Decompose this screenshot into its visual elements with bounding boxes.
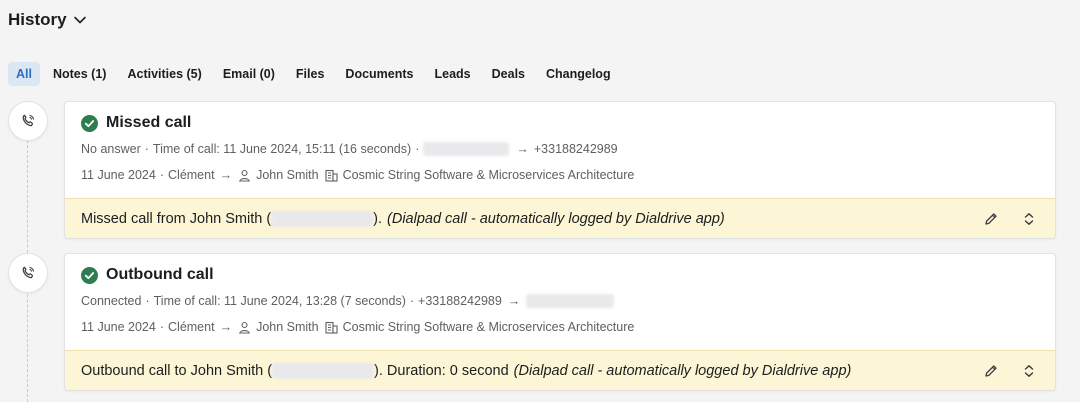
page-title: History [8, 10, 67, 29]
call-time: Time of call: 11 June 2024, 15:11 (16 se… [152, 142, 412, 156]
call-participants: 11 June 2024 · Clément → John Smith Cosm… [81, 168, 635, 182]
history-tabs: All Notes (1) Activities (5) Email (0) F… [8, 62, 624, 86]
expand-icon[interactable] [1021, 211, 1037, 227]
check-circle-icon [81, 266, 98, 284]
person-icon [239, 169, 250, 182]
call-note: Missed call from John Smith ( ). (Dialpa… [65, 198, 1055, 238]
call-time: Time of call: 11 June 2024, 13:28 (7 sec… [153, 294, 406, 308]
building-icon [325, 321, 338, 334]
card-title: Outbound call [106, 266, 214, 283]
timeline-call-marker [8, 253, 48, 293]
company-link[interactable]: Cosmic String Software & Microservices A… [343, 168, 635, 182]
building-icon [325, 169, 338, 182]
arrow-right-icon: → [219, 320, 233, 334]
tab-all[interactable]: All [8, 62, 40, 86]
call-details: Connected · Time of call: 11 June 2024, … [81, 293, 1039, 309]
contact-link[interactable]: John Smith [256, 168, 319, 182]
tab-notes[interactable]: Notes (1) [45, 62, 114, 86]
phone-call-icon [22, 266, 35, 279]
expand-icon[interactable] [1021, 363, 1037, 379]
chevron-down-icon [73, 16, 86, 24]
card-title: Missed call [106, 114, 192, 131]
redacted-phone-number [271, 210, 374, 227]
check-circle-icon [81, 114, 98, 132]
arrow-right-icon: → [507, 294, 521, 308]
person-icon [239, 321, 250, 334]
call-details: No answer · Time of call: 11 June 2024, … [81, 142, 618, 156]
note-text: Outbound call to John Smith ( ). Duratio… [81, 362, 852, 379]
history-header[interactable]: History [8, 10, 87, 30]
activity-card-missed-call: Missed call No answer · Time of call: 11… [64, 101, 1056, 239]
tab-changelog[interactable]: Changelog [538, 62, 619, 86]
source-number[interactable]: +33188242989 [418, 294, 502, 308]
pencil-icon[interactable] [983, 363, 999, 379]
tab-leads[interactable]: Leads [427, 62, 479, 86]
activity-card-outbound-call: Outbound call Connected · Time of call: … [64, 253, 1056, 391]
destination-number[interactable]: +33188242989 [534, 142, 618, 156]
tab-files[interactable]: Files [288, 62, 333, 86]
call-status: No answer [81, 142, 141, 156]
tab-email[interactable]: Email (0) [215, 62, 283, 86]
owner-name[interactable]: Clément [168, 168, 215, 182]
tab-deals[interactable]: Deals [484, 62, 533, 86]
call-date: 11 June 2024 [81, 320, 156, 334]
contact-link[interactable]: John Smith [256, 320, 319, 334]
company-link[interactable]: Cosmic String Software & Microservices A… [343, 320, 635, 334]
tab-documents[interactable]: Documents [337, 62, 421, 86]
note-text: Missed call from John Smith ( ). (Dialpa… [81, 210, 725, 227]
call-note: Outbound call to John Smith ( ). Duratio… [65, 350, 1055, 390]
call-date: 11 June 2024 [81, 168, 156, 182]
redacted-phone-number [526, 294, 615, 308]
redacted-phone-number [423, 142, 510, 156]
pencil-icon[interactable] [983, 211, 999, 227]
call-participants: 11 June 2024 · Clément → John Smith Cosm… [81, 320, 635, 334]
phone-call-icon [22, 114, 35, 127]
arrow-right-icon: → [516, 142, 529, 156]
call-status: Connected [81, 294, 142, 308]
redacted-phone-number [272, 362, 375, 379]
tab-activities[interactable]: Activities (5) [119, 62, 209, 86]
arrow-right-icon: → [219, 168, 233, 182]
timeline-call-marker [8, 101, 48, 141]
owner-name[interactable]: Clément [168, 320, 215, 334]
